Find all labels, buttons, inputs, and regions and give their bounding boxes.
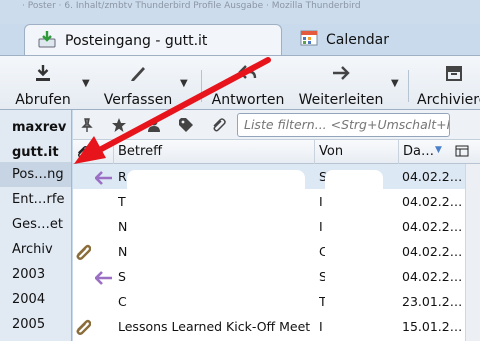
folder-2004[interactable]: 2004 (0, 287, 71, 312)
star-filter-icon[interactable] (111, 117, 127, 137)
sort-descending-icon: ▼ (435, 145, 442, 155)
message-subject: R (118, 169, 127, 184)
filter-search-input[interactable]: Liste filtern... <Strg+Umschalt+K> (237, 113, 450, 137)
quick-filter-bar: Liste filtern... <Strg+Umschalt+K> (73, 110, 480, 140)
folder-sent[interactable]: Ges…et (0, 212, 71, 237)
message-list: R S 04.02.2… T I 04.02.2… N I 04.02.2… N… (73, 164, 480, 341)
inbox-download-icon (37, 30, 57, 52)
archive-button[interactable]: Archivieren (414, 56, 480, 111)
redaction-mask (325, 170, 383, 312)
download-icon (33, 56, 53, 86)
folder-archive[interactable]: Archiv (0, 237, 71, 262)
folder-inbox[interactable]: Pos…ng (0, 162, 71, 187)
subject-column-header[interactable]: Betreff (113, 140, 314, 164)
archive-label: Archivieren (417, 92, 480, 108)
message-date: 04.02.2… (402, 219, 463, 234)
get-messages-dropdown-icon[interactable]: ▼ (82, 78, 90, 89)
message-from: I (319, 194, 323, 209)
forward-button[interactable]: Weiterleiten (296, 56, 386, 111)
toolbar-separator (408, 70, 409, 102)
pencil-icon (128, 56, 148, 86)
window-title: · Poster · 6. Inhalt/zmbtv Thunderbird P… (22, 1, 361, 11)
from-column-header[interactable]: Von (314, 140, 398, 164)
attachment-icon (75, 318, 91, 341)
forward-label: Weiterleiten (298, 92, 384, 108)
message-subject: C (118, 294, 127, 309)
folder-account-maxrev[interactable]: maxrev (0, 115, 71, 140)
tab-inbox[interactable]: Posteingang - gutt.it (24, 24, 282, 56)
message-row[interactable]: Lessons Learned Kick-Off Meeting I 15.01… (73, 314, 465, 339)
message-from: I (319, 219, 323, 234)
reply-button[interactable]: Antworten (208, 56, 288, 111)
calendar-icon (300, 30, 318, 50)
column-picker-icon[interactable] (455, 144, 469, 162)
folder-drafts[interactable]: Ent…rfe (0, 187, 71, 212)
main-toolbar: Abrufen ▼ Verfassen ▼ Antworten Weiterle… (0, 55, 480, 110)
message-subject: Lessons Learned Kick-Off Meeting (118, 319, 310, 334)
message-list-header: Betreff Von Da… ▼ (73, 140, 480, 164)
message-subject: N (118, 244, 128, 259)
toolbar-separator (201, 70, 202, 102)
message-subject: N (118, 219, 128, 234)
folder-2005[interactable]: 2005 (0, 312, 71, 337)
reply-label: Antworten (211, 92, 285, 108)
write-label: Verfassen (103, 92, 173, 108)
message-from: I (319, 319, 323, 334)
get-messages-button[interactable]: Abrufen (10, 56, 76, 111)
message-date: 04.02.2… (402, 194, 463, 209)
message-date: 04.02.2… (402, 169, 463, 184)
redaction-mask (127, 170, 305, 312)
folder-2003[interactable]: 2003 (0, 262, 71, 287)
message-date: 04.02.2… (402, 269, 463, 284)
date-column-header[interactable]: Da… (398, 140, 450, 164)
forward-arrow-icon (331, 56, 351, 86)
write-button[interactable]: Verfassen (100, 56, 176, 111)
folder-pane: maxrev gutt.it Pos…ng Ent…rfe Ges…et Arc… (0, 110, 72, 341)
tab-calendar[interactable]: Calendar (290, 24, 440, 56)
message-list-scrollbar[interactable] (465, 164, 480, 341)
message-subject: T (118, 194, 126, 209)
message-date: 23.01.2… (402, 294, 463, 309)
write-dropdown-icon[interactable]: ▼ (180, 78, 188, 89)
tab-calendar-label: Calendar (326, 32, 389, 48)
tab-inbox-label: Posteingang - gutt.it (65, 32, 208, 49)
window-title-bar: · Poster · 6. Inhalt/zmbtv Thunderbird P… (0, 0, 480, 24)
message-date: 04.02.2… (402, 244, 463, 259)
attachment-filter-icon[interactable] (210, 117, 226, 137)
attachment-column-icon[interactable] (73, 140, 91, 164)
pin-icon[interactable] (79, 117, 95, 137)
forward-dropdown-icon[interactable]: ▼ (391, 78, 399, 89)
get-messages-label: Abrufen (15, 92, 71, 108)
message-subject: S (118, 269, 126, 284)
contact-filter-icon[interactable] (146, 117, 162, 137)
reply-icon (238, 56, 258, 86)
archive-box-icon (444, 56, 464, 86)
tag-filter-icon[interactable] (178, 117, 194, 137)
message-date: 15.01.2… (402, 319, 463, 334)
